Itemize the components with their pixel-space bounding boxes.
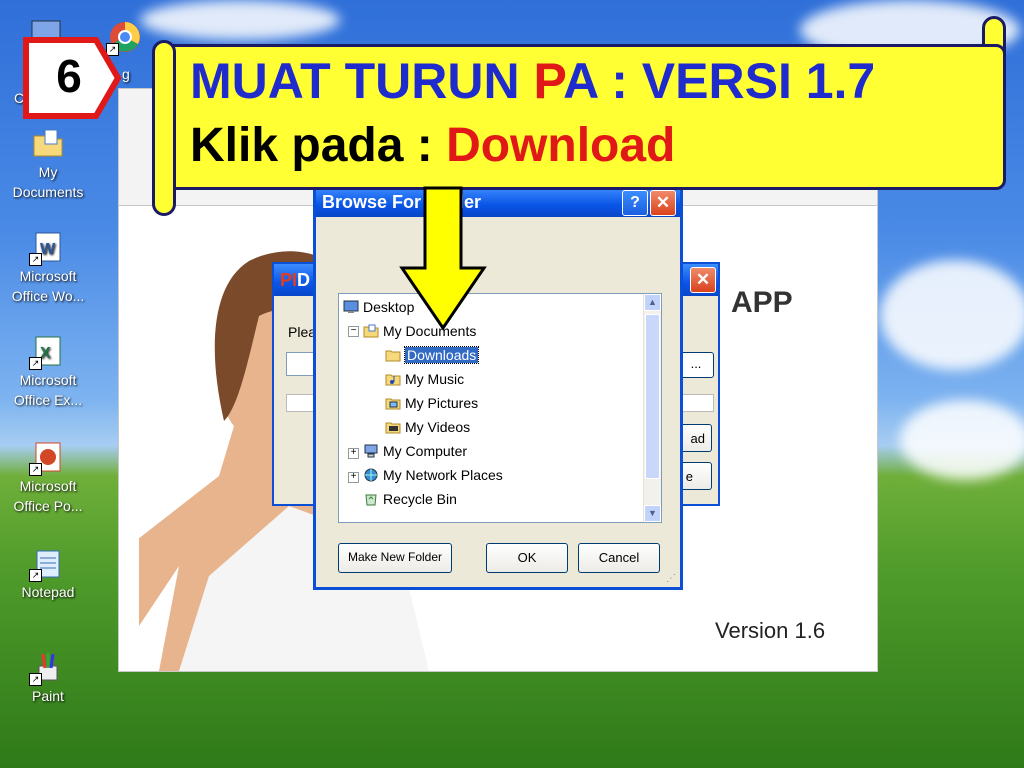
tree-item-my-computer[interactable]: My Computer [363, 440, 467, 462]
pictures-folder-icon [385, 398, 401, 410]
banner-heading: MUAT TURUN PA : VERSI 1.7 [190, 53, 876, 109]
powerpoint-icon: ↗ [29, 440, 65, 476]
tree-item-my-music[interactable]: My Music [385, 368, 464, 390]
folder-tree-scrollbar[interactable]: ▲ ▼ [643, 294, 661, 522]
recycle-bin-icon [365, 494, 377, 506]
desktop-icon [343, 300, 359, 313]
desktop-icon-label: Paint [32, 688, 64, 704]
desktop-icon-notepad[interactable]: ↗ Notepad [2, 546, 94, 602]
desktop-icon-label: Microsoft Office Po... [13, 478, 83, 514]
banner-scroll-roll [152, 40, 176, 216]
dialog-title: D [297, 270, 311, 290]
ok-button[interactable]: OK [486, 543, 568, 573]
folder-icon [385, 350, 401, 362]
download-dialog-close-icon[interactable]: ✕ [690, 267, 716, 293]
desktop-icon-word[interactable]: W ↗ Microsoft Office Wo... [2, 230, 94, 306]
scroll-thumb[interactable] [645, 314, 660, 479]
browse-dialog-close-icon[interactable]: ✕ [650, 190, 676, 216]
desktop-icon-excel[interactable]: X ↗ Microsoft Office Ex... [2, 334, 94, 410]
help-icon[interactable]: ? [622, 190, 648, 216]
scroll-up-arrow-icon[interactable]: ▲ [644, 294, 661, 311]
computer-icon [364, 444, 378, 458]
step-number: 6 [56, 50, 82, 102]
desktop-icon-powerpoint[interactable]: ↗ Microsoft Office Po... [2, 440, 94, 516]
cancel-button[interactable]: Cancel [578, 543, 660, 573]
tree-item-my-network-places[interactable]: My Network Places [363, 464, 503, 486]
word-icon: W ↗ [29, 230, 65, 266]
scroll-down-arrow-icon[interactable]: ▼ [644, 505, 661, 522]
notepad-icon: ↗ [29, 546, 65, 582]
resize-grip-icon[interactable]: ⋰ [666, 573, 678, 585]
tree-expand-my-computer[interactable]: + [348, 448, 359, 459]
browse-for-folder-dialog: Browse For Folder ? ✕ Desktop − My Docum… [313, 184, 683, 590]
desktop-icon-paint[interactable]: ↗ Paint [2, 650, 94, 706]
make-new-folder-button[interactable]: Make New Folder [338, 543, 452, 573]
desktop-icon-label: Microsoft Office Wo... [11, 268, 85, 304]
network-icon [364, 468, 378, 482]
videos-folder-icon [385, 422, 401, 434]
tree-expand-my-network-places[interactable]: + [348, 472, 359, 483]
browse-button[interactable]: ... [678, 352, 714, 378]
desktop-icon-label: My Documents [12, 164, 84, 200]
desktop-icon-my-documents[interactable]: My Documents [2, 126, 94, 202]
excel-icon: X ↗ [29, 334, 65, 370]
tree-collapse-my-documents[interactable]: − [348, 326, 359, 337]
paint-icon: ↗ [29, 650, 65, 686]
my-documents-icon [363, 324, 379, 338]
svg-text:W: W [40, 241, 56, 258]
pointer-arrow-icon [399, 186, 487, 331]
banner-instruction: Klik pada : Download [190, 119, 676, 172]
app-title: APP [731, 286, 793, 319]
my-documents-icon [31, 126, 65, 160]
music-folder-icon [385, 374, 401, 386]
tree-item-my-videos[interactable]: My Videos [385, 416, 470, 438]
tree-item-my-pictures[interactable]: My Pictures [385, 392, 478, 414]
dialog-title-prefix: PI [280, 270, 298, 290]
desktop-icon-label: g [122, 66, 130, 82]
app-version: Version 1.6 [715, 618, 826, 643]
tree-item-recycle-bin[interactable]: Recycle Bin [363, 488, 457, 510]
desktop-icon-label: Microsoft Office Ex... [13, 372, 83, 408]
desktop-icon-label: Notepad [21, 584, 75, 600]
tree-item-downloads[interactable]: Downloads [385, 344, 480, 366]
folder-tree[interactable]: Desktop − My Documents Downloads My Musi… [338, 293, 662, 523]
